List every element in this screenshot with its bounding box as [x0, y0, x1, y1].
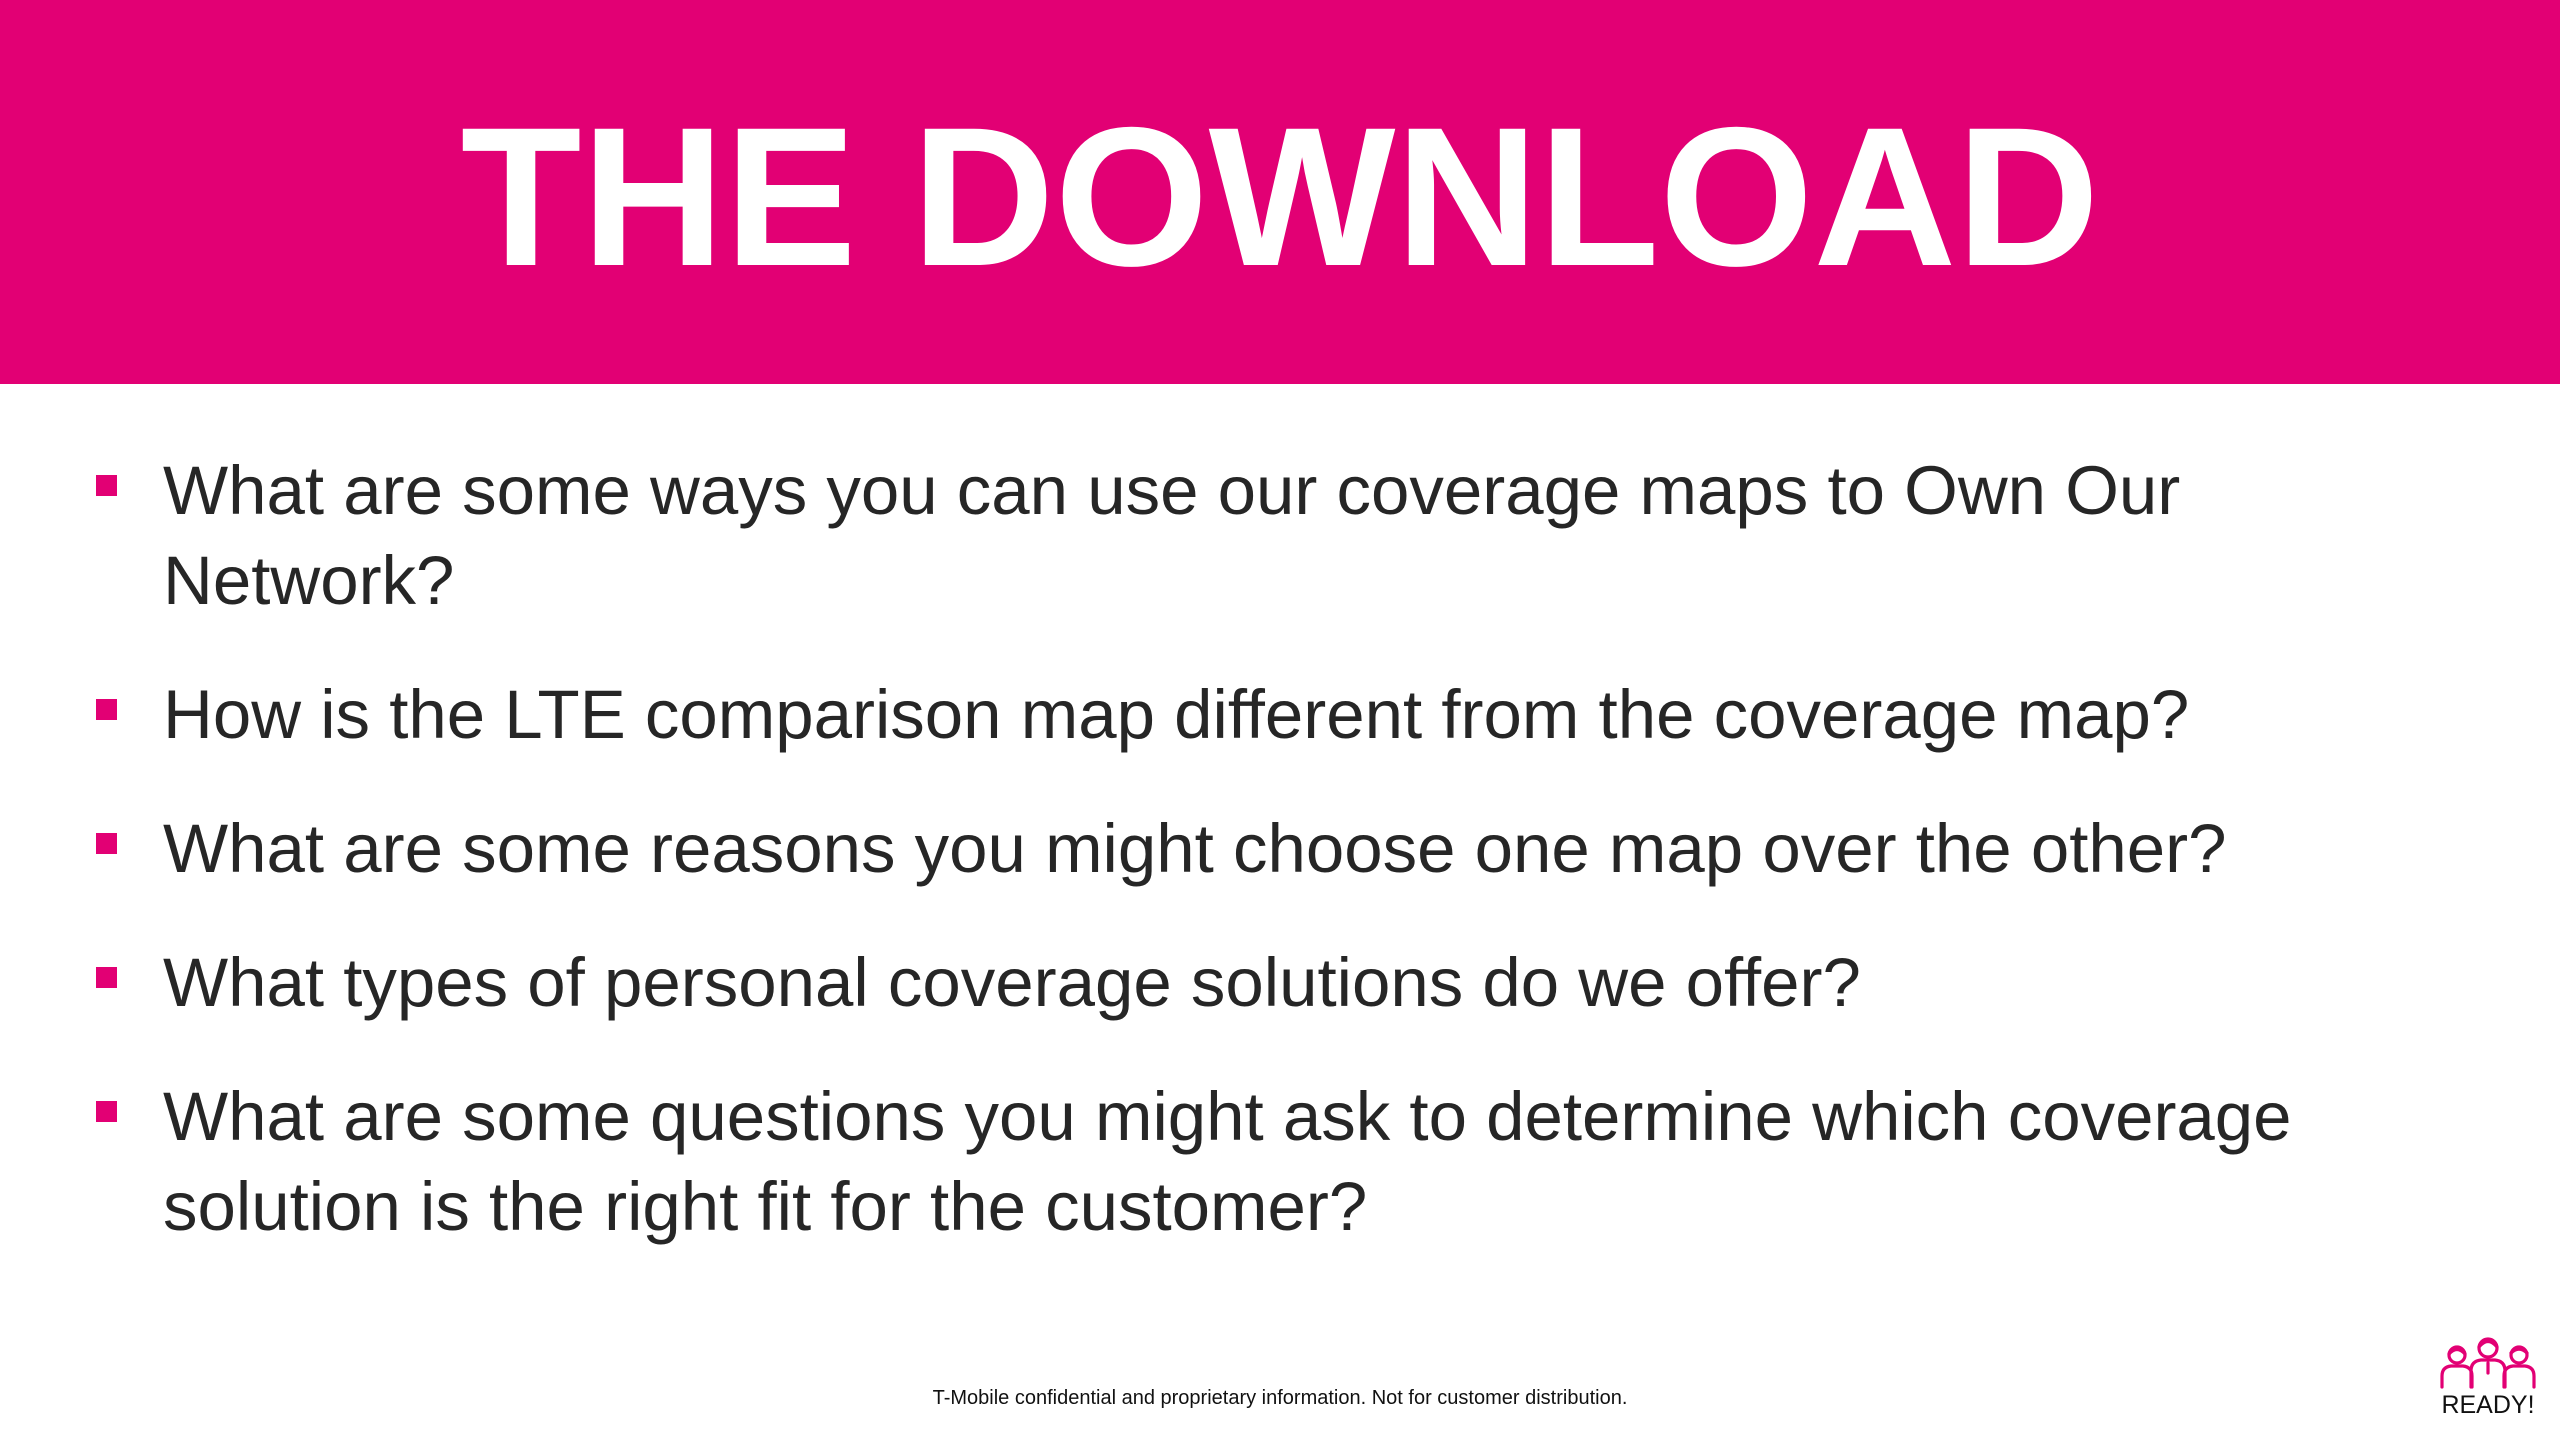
- header-band: THE DOWNLOAD: [0, 0, 2560, 384]
- ready-logo: READY!: [2438, 1333, 2538, 1423]
- list-item: How is the LTE comparison map different …: [96, 670, 2476, 760]
- bullet-square-icon: [96, 1101, 117, 1122]
- bullet-text: What are some questions you might ask to…: [163, 1078, 2292, 1245]
- people-group-icon: [2440, 1337, 2536, 1389]
- list-item: What types of personal coverage solution…: [96, 938, 2476, 1028]
- bullet-square-icon: [96, 967, 117, 988]
- list-item: What are some questions you might ask to…: [96, 1072, 2476, 1252]
- footer-confidential-note: T-Mobile confidential and proprietary in…: [932, 1387, 1628, 1409]
- bullet-list: What are some ways you can use our cover…: [96, 446, 2476, 1252]
- list-item: What are some reasons you might choose o…: [96, 804, 2476, 894]
- slide-title: THE DOWNLOAD: [460, 86, 2100, 307]
- bullet-square-icon: [96, 475, 117, 496]
- ready-logo-label: READY!: [2441, 1391, 2535, 1419]
- bullet-square-icon: [96, 833, 117, 854]
- bullet-text: What are some reasons you might choose o…: [163, 810, 2227, 887]
- bullet-text: How is the LTE comparison map different …: [163, 676, 2190, 753]
- bullet-square-icon: [96, 699, 117, 720]
- bullet-text: What are some ways you can use our cover…: [163, 452, 2181, 619]
- bullet-text: What types of personal coverage solution…: [163, 944, 1861, 1021]
- list-item: What are some ways you can use our cover…: [96, 446, 2476, 626]
